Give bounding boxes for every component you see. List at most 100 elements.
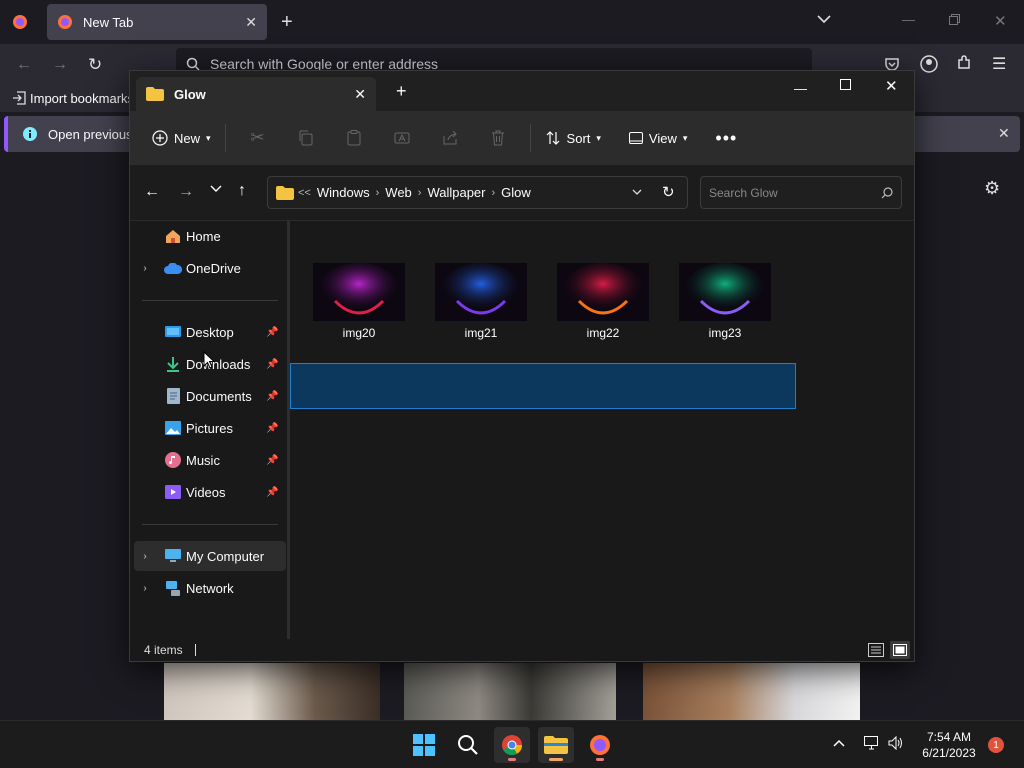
windows-logo-icon — [413, 734, 435, 756]
chevron-right-icon[interactable]: › — [134, 583, 156, 594]
close-tab-icon[interactable]: ✕ — [245, 14, 257, 31]
mouse-cursor-icon — [203, 351, 215, 369]
search-input[interactable] — [709, 185, 881, 200]
notification-badge[interactable]: 1 — [988, 737, 1004, 753]
gear-icon[interactable]: ⚙ — [984, 178, 1000, 199]
maximize-icon[interactable] — [840, 79, 851, 90]
back-icon[interactable]: ← — [144, 183, 160, 201]
taskbar-firefox[interactable] — [582, 727, 618, 763]
breadcrumb-glow[interactable]: Glow — [501, 185, 531, 200]
list-tabs-icon[interactable] — [817, 14, 831, 24]
minimize-icon[interactable]: — — [794, 81, 807, 96]
explorer-tab-glow[interactable]: Glow ✕ — [136, 77, 376, 111]
account-icon[interactable] — [920, 55, 938, 73]
search-box[interactable] — [700, 176, 902, 209]
nav-separator — [142, 300, 278, 301]
close-notification-icon[interactable]: ✕ — [998, 125, 1010, 142]
newtab-story-image[interactable] — [164, 663, 380, 720]
hamburger-menu-icon[interactable]: ☰ — [992, 54, 1006, 74]
tiles-view-icon[interactable] — [890, 641, 910, 659]
chevron-right-icon[interactable]: › — [134, 551, 156, 562]
file-item[interactable]: img21 — [431, 263, 531, 343]
video-icon — [162, 485, 184, 499]
forward-icon[interactable]: → — [52, 56, 68, 74]
start-button[interactable] — [406, 727, 442, 763]
back-icon[interactable]: ← — [16, 56, 32, 74]
new-button[interactable]: New ▾ — [146, 122, 217, 154]
minimize-icon[interactable]: — — [902, 12, 915, 27]
taskbar-search-button[interactable] — [450, 727, 486, 763]
delete-button[interactable] — [474, 122, 522, 154]
address-bar[interactable]: << Windows › Web › Wallpaper › Glow ↻ — [267, 176, 688, 209]
file-thumbnail — [435, 263, 527, 321]
rename-button[interactable] — [378, 122, 426, 154]
network-status-icon[interactable] — [864, 736, 880, 750]
firefox-tab-new-tab[interactable]: New Tab ✕ — [47, 4, 267, 40]
import-bookmarks-link[interactable]: Import bookmarks — [30, 91, 134, 106]
new-tab-button[interactable]: + — [281, 11, 293, 34]
recent-locations-icon[interactable] — [210, 185, 222, 193]
cloud-icon — [162, 262, 184, 274]
firefox-menu-icon[interactable] — [12, 14, 28, 30]
nav-label: Network — [186, 580, 234, 596]
share-icon — [442, 130, 458, 146]
nav-item-music[interactable]: Music 📌 — [134, 445, 286, 475]
sort-button[interactable]: Sort ▾ — [539, 122, 607, 154]
file-item[interactable]: img23 — [675, 263, 775, 343]
file-name: img21 — [464, 326, 498, 340]
nav-item-my-computer[interactable]: › My Computer — [134, 541, 286, 571]
system-clock[interactable]: 7:54 AM 6/21/2023 — [912, 729, 986, 761]
extensions-icon[interactable] — [956, 55, 972, 71]
explorer-command-bar: New ▾ ✂ Sort ▾ View ▾ ••• — [130, 111, 914, 165]
search-icon — [457, 734, 479, 756]
firefox-logo-icon — [57, 14, 73, 30]
new-button-label: New — [174, 130, 201, 146]
chevron-right-icon[interactable]: › — [134, 263, 156, 274]
up-icon[interactable]: ↑ — [238, 182, 246, 200]
copy-button[interactable] — [282, 122, 330, 154]
nav-item-videos[interactable]: Videos 📌 — [134, 477, 286, 507]
search-icon — [186, 57, 200, 71]
address-dropdown-icon[interactable] — [632, 189, 642, 196]
cut-button[interactable]: ✂ — [234, 122, 282, 154]
scissors-icon: ✂ — [250, 128, 265, 147]
file-item[interactable]: img22 — [553, 263, 653, 343]
show-hidden-icons-icon[interactable] — [833, 739, 845, 747]
details-view-icon[interactable] — [868, 643, 884, 657]
close-tab-icon[interactable]: ✕ — [354, 86, 366, 103]
refresh-icon[interactable]: ↻ — [662, 183, 675, 201]
breadcrumb-wallpaper[interactable]: Wallpaper — [427, 185, 485, 200]
new-tab-button[interactable]: + — [396, 81, 407, 102]
paste-button[interactable] — [330, 122, 378, 154]
rename-icon — [394, 130, 410, 146]
breadcrumb-windows[interactable]: Windows — [317, 185, 370, 200]
see-more-button[interactable]: ••• — [709, 122, 743, 154]
taskbar-chrome[interactable] — [494, 727, 530, 763]
restore-icon[interactable] — [949, 14, 960, 25]
nav-item-home[interactable]: Home — [134, 221, 286, 251]
newtab-story-image[interactable] — [643, 663, 860, 720]
share-button[interactable] — [426, 122, 474, 154]
close-window-icon[interactable]: ✕ — [885, 77, 898, 95]
nav-item-onedrive[interactable]: › OneDrive — [134, 253, 286, 283]
newtab-story-image[interactable] — [404, 663, 616, 720]
nav-item-pictures[interactable]: Pictures 📌 — [134, 413, 286, 443]
file-item[interactable]: img20 — [309, 263, 409, 343]
nav-label: Videos — [186, 484, 226, 500]
close-window-icon[interactable]: ✕ — [994, 12, 1007, 30]
breadcrumb-overflow[interactable]: << — [298, 187, 311, 199]
view-button[interactable]: View ▾ — [623, 122, 693, 154]
volume-icon[interactable] — [888, 736, 904, 750]
reload-icon[interactable]: ↻ — [88, 55, 102, 75]
chrome-icon — [501, 734, 523, 756]
nav-item-network[interactable]: › Network — [134, 573, 286, 603]
breadcrumb-web[interactable]: Web — [385, 185, 412, 200]
file-list-area[interactable]: img20 img21 img22 img23 — [290, 221, 914, 639]
nav-item-desktop[interactable]: Desktop 📌 — [134, 317, 286, 347]
forward-icon[interactable]: → — [178, 183, 194, 201]
view-icon — [628, 132, 643, 144]
download-icon — [162, 356, 184, 372]
nav-item-documents[interactable]: Documents 📌 — [134, 381, 286, 411]
nav-label: Desktop — [186, 324, 234, 340]
taskbar-file-explorer[interactable] — [538, 727, 574, 763]
